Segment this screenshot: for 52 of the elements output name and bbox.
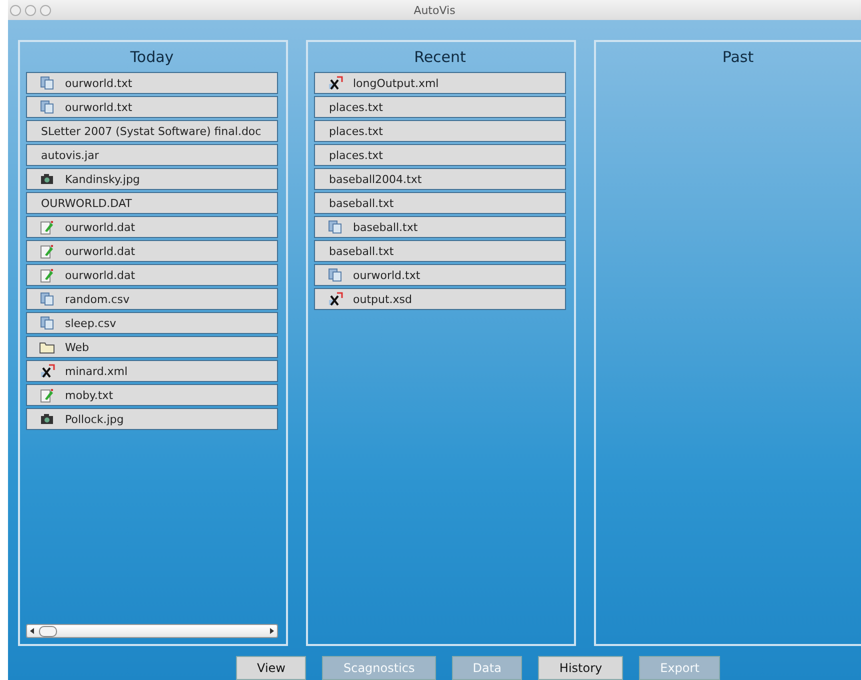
file-item[interactable]: sleep.csv [26,312,278,334]
file-item[interactable]: baseball.txt [314,216,566,238]
file-item[interactable]: ourworld.dat [26,240,278,262]
document-icon [40,292,54,306]
window-title: AutoVis [414,4,456,16]
file-item[interactable]: places.txt [314,144,566,166]
scrollbar-thumb[interactable] [39,626,57,637]
panel-title: Past [721,47,755,68]
file-item[interactable]: places.txt [314,96,566,118]
toolbar-button[interactable]: View [236,656,306,680]
toolbar-button[interactable]: History [538,656,624,680]
zoom-button[interactable] [40,4,51,16]
file-item[interactable]: Pollock.jpg [26,408,278,430]
file-item[interactable]: ourworld.dat [26,216,278,238]
pencil-document-icon [40,220,54,234]
folder-icon [39,340,55,354]
xml-file-icon [328,292,342,306]
document-icon [328,220,342,234]
camera-icon [40,173,54,185]
document-icon [40,76,54,90]
file-item[interactable]: autovis.jar [26,144,278,166]
file-item[interactable]: random.csv [26,288,278,310]
minimize-button[interactable] [25,4,36,16]
panel-title: Today [129,47,175,68]
panel-title: Recent [413,47,467,68]
file-item[interactable]: moby.txt [26,384,278,406]
horizontal-scrollbar[interactable] [26,624,278,638]
file-item[interactable]: baseball2004.txt [314,168,566,190]
file-item[interactable]: ourworld.txt [26,96,278,118]
close-button[interactable] [10,4,21,16]
camera-icon [40,413,54,425]
file-item[interactable]: baseball.txt [314,192,566,214]
file-item[interactable]: minard.xml [26,360,278,382]
file-item[interactable]: baseball.txt [314,240,566,262]
file-item[interactable]: places.txt [314,120,566,142]
pencil-document-icon [40,268,54,282]
file-item[interactable]: OURWORLD.DAT [26,192,278,214]
xml-file-icon [328,76,342,90]
file-item[interactable]: Web [26,336,278,358]
pencil-document-icon [40,388,54,402]
file-item[interactable]: Kandinsky.jpg [26,168,278,190]
document-icon [40,100,54,114]
file-item[interactable]: ourworld.txt [26,72,278,94]
pencil-document-icon [40,244,54,258]
file-item[interactable]: longOutput.xml [314,72,566,94]
xml-file-icon [40,364,54,378]
file-item[interactable]: ourworld.txt [314,264,566,286]
file-item[interactable]: ourworld.dat [26,264,278,286]
file-item[interactable]: output.xsd [314,288,566,310]
file-item[interactable]: SLetter 2007 (Systat Software) final.doc [26,120,278,142]
document-icon [40,316,54,330]
document-icon [328,268,342,282]
